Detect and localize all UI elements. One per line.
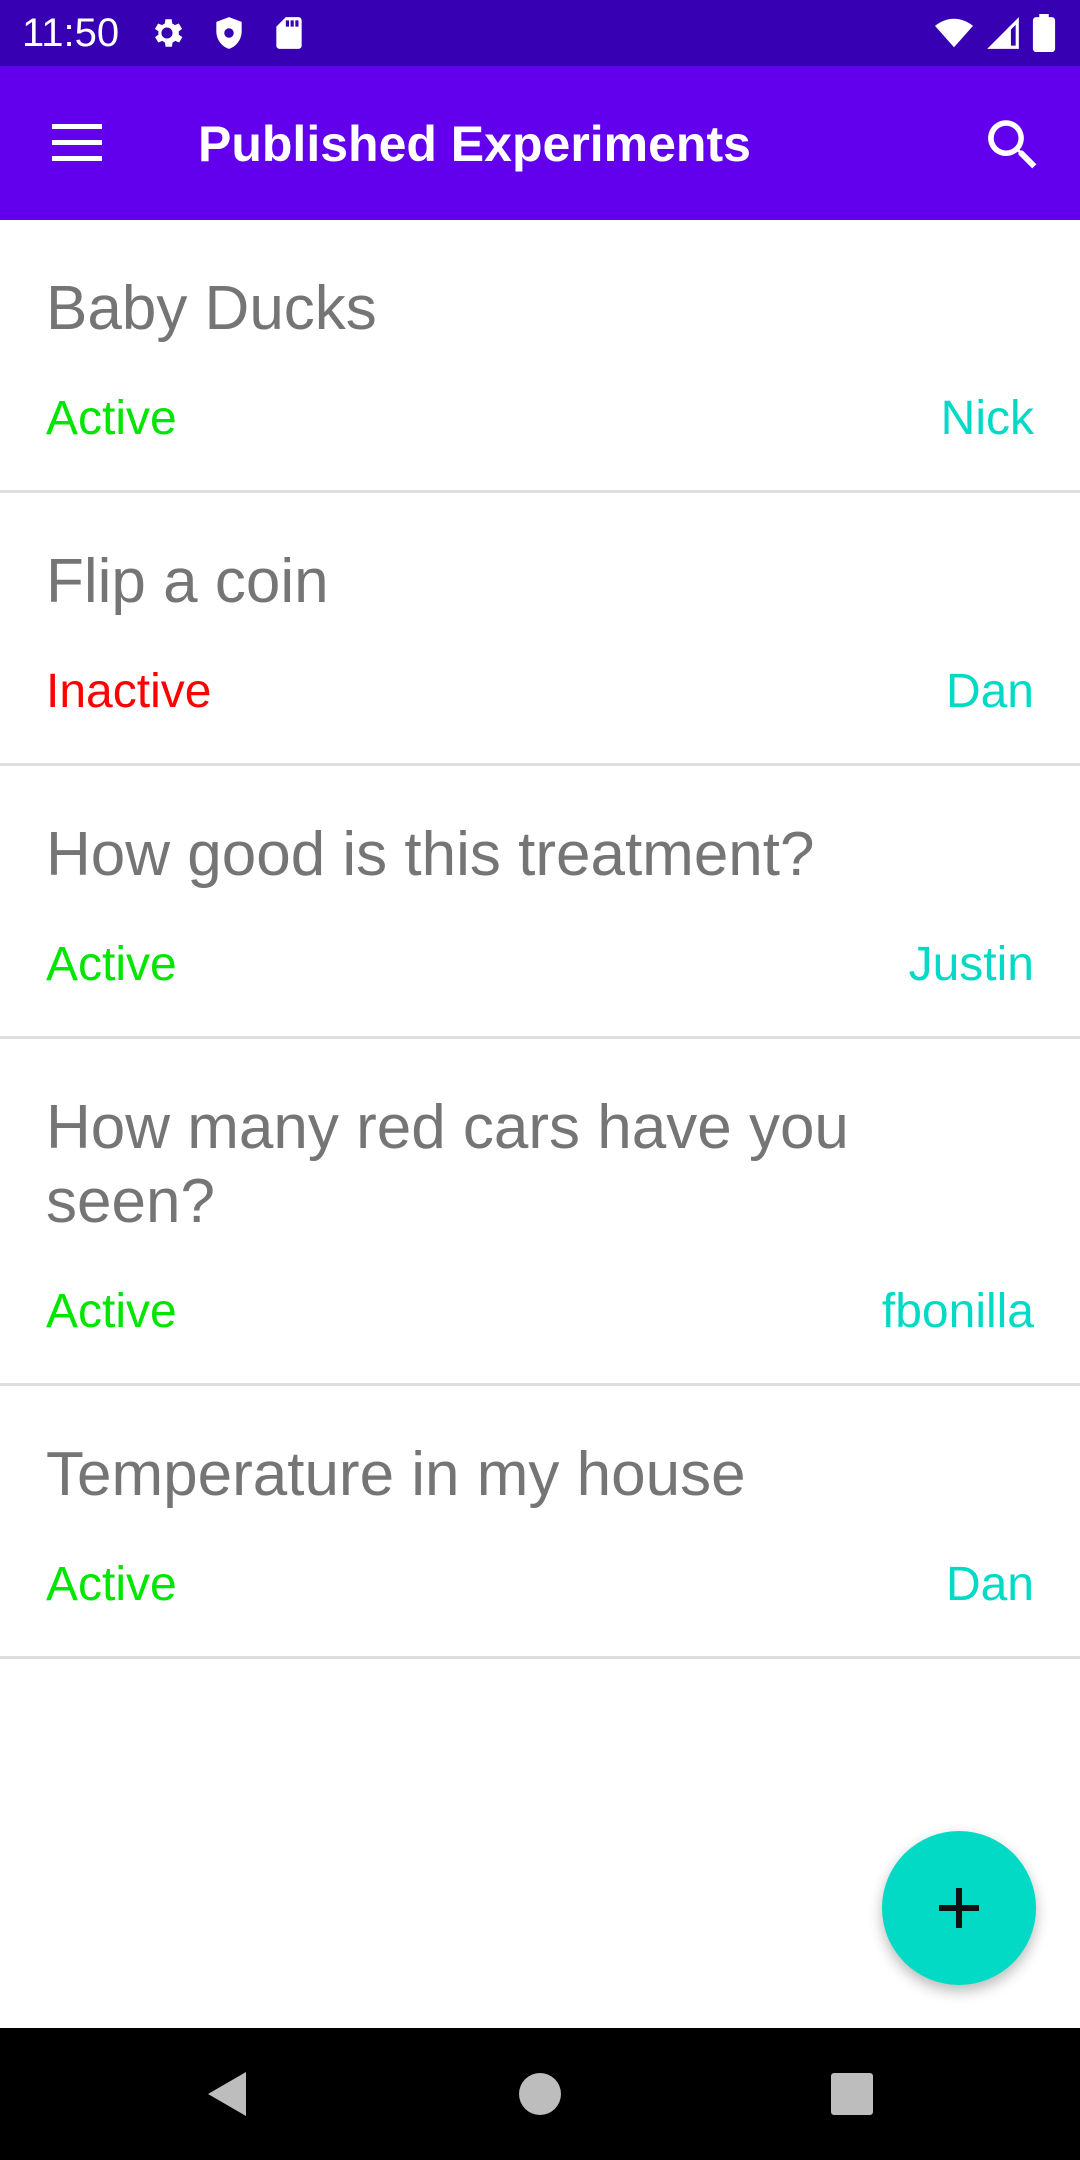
page-title: Published Experiments [198,116,751,172]
list-item[interactable]: How many red cars have you seen? Active … [0,1039,1080,1386]
add-experiment-button[interactable] [882,1831,1036,1985]
shield-icon [210,14,248,52]
owner-label: Justin [908,938,1034,991]
owner-label: Dan [945,1558,1034,1611]
cell-signal-icon [984,14,1022,52]
home-icon[interactable] [512,2066,568,2122]
status-label: Active [46,392,177,445]
app-bar: Published Experiments [0,66,1080,220]
status-label: Active [46,1285,177,1338]
status-bar: 11:50 [0,0,1080,66]
status-label: Active [46,938,177,991]
settings-icon [148,14,186,52]
owner-label: fbonilla [881,1285,1034,1338]
status-label: Inactive [46,665,212,718]
list-item[interactable]: How good is this treatment? Active Justi… [0,766,1080,1039]
owner-label: Dan [945,665,1034,718]
battery-icon [1030,14,1058,52]
owner-label: Nick [940,392,1034,445]
experiment-title: Flip a coin [46,547,329,616]
experiment-list: Baby Ducks Active Nick Flip a coin Inact… [0,220,1080,1659]
screen: 11:50 Published Experiments Baby Ducks A… [0,0,1080,2160]
list-item[interactable]: Flip a coin Inactive Dan [0,493,1080,766]
hamburger-menu-icon[interactable] [40,112,114,174]
back-icon[interactable] [198,2066,254,2122]
experiment-title: How many red cars have you seen? [46,1093,849,1236]
sd-card-icon [270,14,308,52]
experiment-meta: Active fbonilla [46,1283,1034,1341]
experiment-meta: Inactive Dan [46,663,1034,721]
plus-icon [939,1888,979,1928]
experiment-title: How good is this treatment? [46,820,815,889]
experiment-title: Baby Ducks [46,274,377,343]
wifi-icon [932,14,976,52]
experiment-meta: Active Nick [46,390,1034,448]
status-time: 11:50 [22,11,120,55]
experiment-meta: Active Justin [46,936,1034,994]
navigation-bar [0,2028,1080,2160]
experiment-title: Temperature in my house [46,1440,746,1509]
experiment-meta: Active Dan [46,1556,1034,1614]
list-item[interactable]: Baby Ducks Active Nick [0,220,1080,493]
list-item[interactable]: Temperature in my house Active Dan [0,1386,1080,1659]
status-label: Active [46,1558,177,1611]
search-icon[interactable] [980,112,1046,178]
recents-icon[interactable] [824,2066,880,2122]
